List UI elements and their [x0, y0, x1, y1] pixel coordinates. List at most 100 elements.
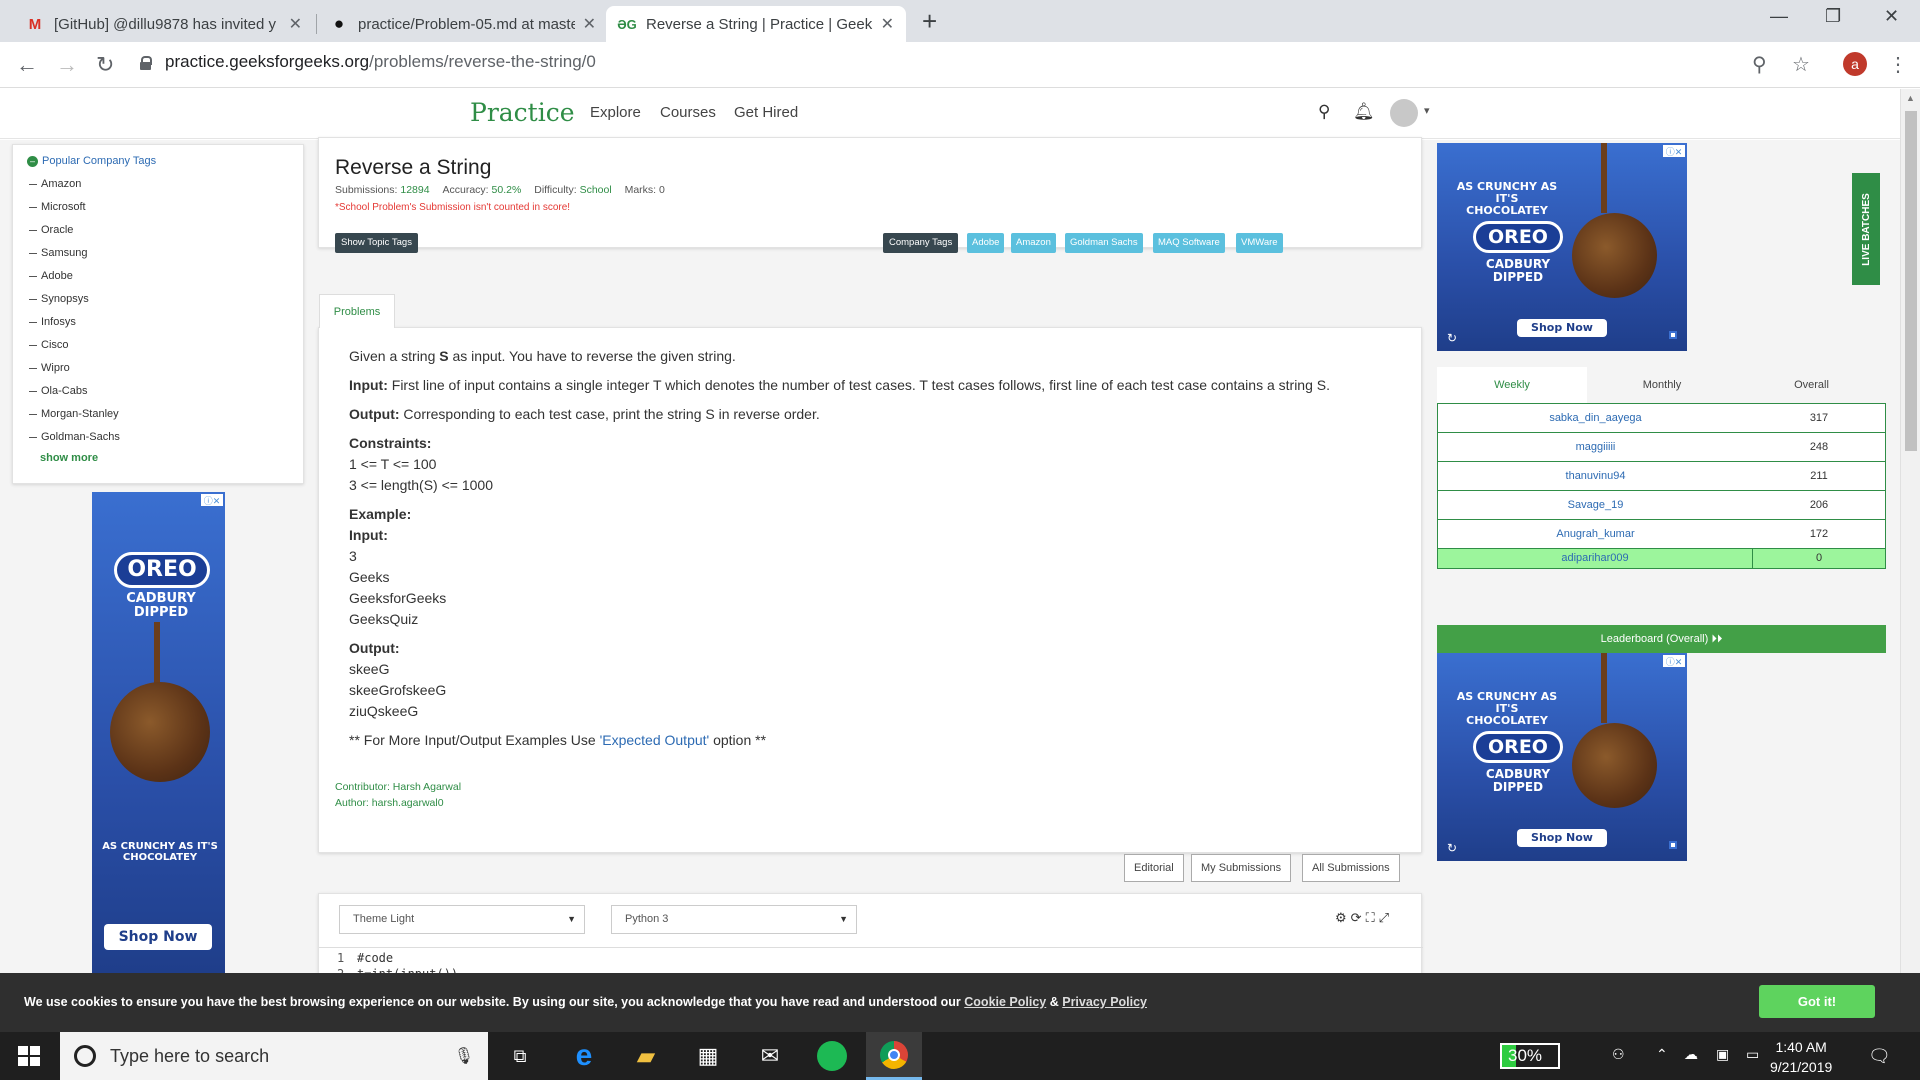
- theme-select[interactable]: Theme Light ▼: [339, 905, 585, 934]
- company-tag-ola-cabs[interactable]: Ola-Cabs: [27, 380, 289, 403]
- editorial-button[interactable]: Editorial: [1124, 854, 1184, 882]
- tag-chip[interactable]: Goldman Sachs: [1065, 233, 1143, 253]
- url-field[interactable]: practice.geeksforgeeks.org/problems/reve…: [140, 52, 596, 72]
- company-tags-button[interactable]: Company Tags: [883, 233, 959, 253]
- leaderboard-user[interactable]: sabka_din_aayega: [1438, 404, 1753, 432]
- tag-chip[interactable]: VMWare: [1236, 233, 1283, 253]
- close-tab-icon[interactable]: ✕: [881, 14, 894, 34]
- new-tab-button[interactable]: +: [922, 6, 937, 37]
- nav-explore[interactable]: Explore: [590, 104, 641, 121]
- company-tag-infosys[interactable]: Infosys: [27, 311, 289, 334]
- leaderboard-user[interactable]: Anugrah_kumar: [1438, 520, 1753, 548]
- chrome-icon[interactable]: [866, 1032, 922, 1080]
- store-icon[interactable]: ▦: [680, 1032, 736, 1080]
- refresh-icon[interactable]: ↻: [1447, 331, 1457, 345]
- tab-github[interactable]: ● practice/Problem-05.md at maste ✕: [318, 6, 608, 42]
- shop-now-button[interactable]: Shop Now: [1517, 829, 1607, 847]
- bookmark-star-icon[interactable]: ☆: [1792, 52, 1810, 77]
- company-tag-cisco[interactable]: Cisco: [27, 334, 289, 357]
- leaderboard-user[interactable]: thanuvinu94: [1438, 462, 1753, 490]
- shop-now-button[interactable]: Shop Now: [1517, 319, 1607, 337]
- show-topic-tags-button[interactable]: Show Topic Tags: [335, 233, 418, 253]
- people-icon[interactable]: ⚇: [1612, 1046, 1625, 1063]
- notifications-icon[interactable]: 🗨︎: [1868, 1046, 1891, 1067]
- microphone-icon[interactable]: 🎙︎: [454, 1046, 474, 1066]
- reload-icon[interactable]: ↻: [96, 52, 114, 78]
- company-tag-morgan-stanley[interactable]: Morgan-Stanley: [27, 403, 289, 426]
- taskbar-search[interactable]: Type here to search 🎙︎: [60, 1032, 488, 1080]
- live-batches-tab[interactable]: LIVE BATCHES: [1852, 173, 1880, 285]
- tags-panel-title[interactable]: – Popular Company Tags: [27, 155, 289, 167]
- profile-avatar[interactable]: a: [1843, 52, 1867, 76]
- company-tag-microsoft[interactable]: Microsoft: [27, 196, 289, 219]
- settings-icon[interactable]: ⚙: [1335, 910, 1351, 925]
- shop-now-button[interactable]: Shop Now: [104, 924, 212, 950]
- ad-close-icon[interactable]: ⓘ✕: [1663, 145, 1685, 157]
- author[interactable]: Author: harsh.agarwal0: [335, 793, 444, 814]
- leaderboard-overall-button[interactable]: Leaderboard (Overall) ⏵⏵: [1437, 625, 1886, 653]
- menu-kebab-icon[interactable]: ⋮: [1888, 52, 1908, 77]
- forward-icon[interactable]: →: [56, 52, 78, 78]
- company-tag-adobe[interactable]: Adobe: [27, 265, 289, 288]
- close-tab-icon[interactable]: ✕: [583, 14, 596, 34]
- spotify-icon[interactable]: [804, 1032, 860, 1080]
- oreo-ad-right-top[interactable]: ⓘ✕ AS CRUNCHY AS IT'S CHOCOLATEY OREO CA…: [1437, 143, 1687, 351]
- expand-icon[interactable]: ⤢: [1379, 910, 1393, 925]
- tab-monthly[interactable]: Monthly: [1587, 367, 1737, 403]
- cookie-policy-link[interactable]: Cookie Policy: [964, 995, 1046, 1009]
- practice-logo[interactable]: Practice: [470, 98, 575, 127]
- company-tag-samsung[interactable]: Samsung: [27, 242, 289, 265]
- company-tag-oracle[interactable]: Oracle: [27, 219, 289, 242]
- mail-icon[interactable]: ✉: [742, 1032, 798, 1080]
- privacy-policy-link[interactable]: Privacy Policy: [1062, 995, 1147, 1009]
- company-tag-synopsys[interactable]: Synopsys: [27, 288, 289, 311]
- show-more-link[interactable]: show more: [27, 452, 289, 464]
- network-icon[interactable]: ▣: [1716, 1046, 1729, 1063]
- tag-chip[interactable]: MAQ Software: [1153, 233, 1225, 253]
- task-view-icon[interactable]: ⧉: [492, 1032, 548, 1080]
- page-scrollbar[interactable]: ▲ ▼: [1900, 89, 1920, 1032]
- battery-icon[interactable]: ▭: [1746, 1046, 1759, 1063]
- language-select[interactable]: Python 3 ▼: [611, 905, 857, 934]
- search-icon[interactable]: ⚲: [1318, 102, 1330, 122]
- back-icon[interactable]: ←: [16, 52, 38, 78]
- maximize-icon[interactable]: ❐: [1825, 6, 1841, 27]
- fullscreen-icon[interactable]: ⛶: [1366, 910, 1379, 925]
- expected-output-link[interactable]: 'Expected Output': [600, 732, 710, 748]
- bell-icon[interactable]: 🔔︎: [1353, 102, 1375, 122]
- tab-gmail[interactable]: M [GitHub] @dillu9878 has invited y ✕: [14, 6, 314, 42]
- ad-close-icon[interactable]: ⓘ✕: [1663, 655, 1685, 667]
- company-tag-amazon[interactable]: Amazon: [27, 173, 289, 196]
- ad-close-icon[interactable]: ⓘ✕: [201, 494, 223, 506]
- oreo-ad-left[interactable]: ⓘ✕ OREO CADBURY DIPPED AS CRUNCHY AS IT'…: [92, 492, 225, 973]
- zoom-icon[interactable]: ⚲: [1752, 52, 1767, 77]
- nav-get-hired[interactable]: Get Hired: [734, 104, 798, 121]
- leaderboard-user[interactable]: Savage_19: [1438, 491, 1753, 519]
- edge-icon[interactable]: e: [556, 1032, 612, 1080]
- tab-overall[interactable]: Overall: [1737, 367, 1886, 403]
- windows-start-icon[interactable]: [18, 1046, 40, 1066]
- battery-indicator[interactable]: 30%: [1500, 1043, 1560, 1069]
- my-submissions-button[interactable]: My Submissions: [1191, 854, 1292, 882]
- tag-chip[interactable]: Amazon: [1011, 233, 1056, 253]
- tab-problems[interactable]: Problems: [319, 294, 395, 328]
- leaderboard-user[interactable]: adiparihar009: [1438, 549, 1753, 568]
- reset-icon[interactable]: ⟳: [1351, 910, 1366, 925]
- company-tag-goldman-sachs[interactable]: Goldman-Sachs: [27, 426, 289, 449]
- nav-courses[interactable]: Courses: [660, 104, 716, 121]
- user-avatar[interactable]: [1390, 99, 1430, 127]
- file-explorer-icon[interactable]: ▰: [618, 1032, 674, 1080]
- tag-chip[interactable]: Adobe: [967, 233, 1005, 253]
- system-clock[interactable]: 1:40 AM 9/21/2019: [1770, 1037, 1832, 1077]
- tab-weekly[interactable]: Weekly: [1437, 367, 1587, 403]
- minimize-icon[interactable]: —: [1770, 6, 1788, 27]
- show-hidden-icons[interactable]: ⌃: [1656, 1046, 1668, 1063]
- refresh-icon[interactable]: ↻: [1447, 841, 1457, 855]
- oreo-ad-right-bottom[interactable]: ⓘ✕ AS CRUNCHY AS IT'S CHOCOLATEY OREO CA…: [1437, 653, 1687, 861]
- onedrive-icon[interactable]: ☁: [1684, 1046, 1698, 1063]
- close-tab-icon[interactable]: ✕: [289, 14, 302, 34]
- leaderboard-user[interactable]: maggiiiii: [1438, 433, 1753, 461]
- close-window-icon[interactable]: ✕: [1884, 6, 1899, 27]
- tab-geeksforgeeks[interactable]: ƏG Reverse a String | Practice | Geek ✕: [606, 6, 906, 42]
- got-it-button[interactable]: Got it!: [1759, 985, 1875, 1018]
